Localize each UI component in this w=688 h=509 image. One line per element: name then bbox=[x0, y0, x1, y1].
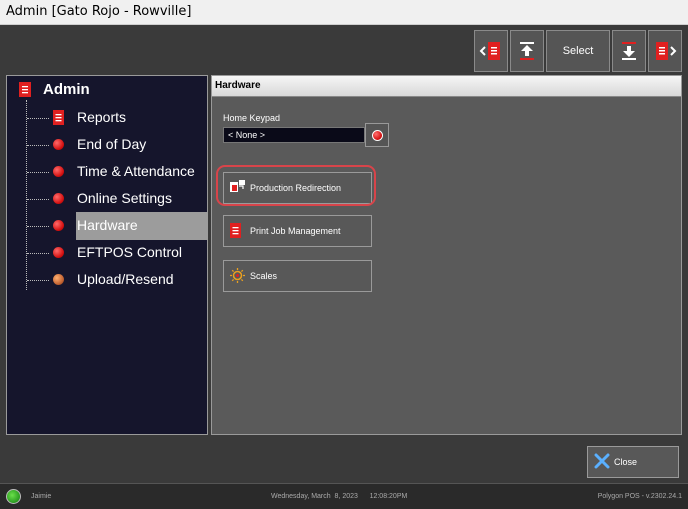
download-arrow-icon bbox=[622, 42, 636, 60]
prev-document-button[interactable] bbox=[474, 30, 508, 72]
orange-dot-icon bbox=[53, 274, 64, 285]
sidebar-item-online-settings[interactable]: Online Settings bbox=[27, 188, 207, 210]
select-button[interactable]: Select bbox=[546, 30, 610, 72]
left-document-icon bbox=[479, 42, 500, 60]
highlight-ring bbox=[216, 165, 376, 206]
panel-header: Hardware bbox=[212, 76, 681, 97]
status-version: Polygon POS - v.2302.24.1 bbox=[597, 493, 682, 500]
admin-sidebar: Admin Reports End of Day Time & Attendan… bbox=[6, 75, 208, 435]
sidebar-item-label: Online Settings bbox=[77, 190, 172, 206]
scales-button[interactable]: Scales bbox=[223, 260, 372, 292]
sidebar-item-hardware[interactable]: Hardware bbox=[27, 212, 208, 240]
sidebar-item-label: Hardware bbox=[77, 217, 138, 233]
home-keypad-picker-button[interactable] bbox=[365, 123, 389, 147]
sidebar-title: Admin bbox=[43, 81, 90, 98]
sidebar-item-reports[interactable]: Reports bbox=[27, 107, 207, 129]
title-bar: Admin [Gato Rojo - Rowville] bbox=[0, 0, 688, 25]
print-job-management-label: Print Job Management bbox=[250, 226, 341, 236]
toolbar: Select bbox=[474, 30, 682, 72]
sidebar-item-end-of-day[interactable]: End of Day bbox=[27, 134, 207, 156]
move-bottom-button[interactable] bbox=[612, 30, 646, 72]
sidebar-item-label: EFTPOS Control bbox=[77, 244, 183, 260]
red-dot-icon bbox=[53, 193, 64, 204]
scales-label: Scales bbox=[250, 271, 278, 281]
red-dot-icon bbox=[53, 139, 64, 150]
sidebar-item-label: Time & Attendance bbox=[77, 163, 195, 179]
sidebar-item-label: Reports bbox=[77, 109, 127, 125]
red-dot-icon bbox=[53, 220, 64, 231]
close-icon bbox=[594, 453, 610, 469]
right-document-icon bbox=[656, 42, 677, 60]
window-title: Admin [Gato Rojo - Rowville] bbox=[6, 4, 192, 19]
sidebar-item-label: End of Day bbox=[77, 136, 147, 152]
red-dot-icon bbox=[53, 166, 64, 177]
red-dot-icon bbox=[53, 247, 64, 258]
scales-icon bbox=[230, 268, 245, 283]
status-light-icon bbox=[6, 489, 21, 504]
print-job-management-button[interactable]: Print Job Management bbox=[223, 215, 372, 247]
red-dot-icon bbox=[371, 129, 383, 141]
home-keypad-field[interactable]: < None > bbox=[223, 127, 365, 143]
next-document-button[interactable] bbox=[648, 30, 682, 72]
sidebar-item-eftpos-control[interactable]: EFTPOS Control bbox=[27, 242, 207, 264]
panel-title: Hardware bbox=[215, 80, 261, 91]
status-bar: Jaimie Wednesday, March 8, 2023 12:08:20… bbox=[0, 483, 688, 509]
move-top-button[interactable] bbox=[510, 30, 544, 72]
close-button[interactable]: Close bbox=[587, 446, 679, 478]
sidebar-item-label: Upload/Resend bbox=[77, 271, 174, 287]
hardware-panel: Hardware Home Keypad < None > Production… bbox=[211, 75, 682, 435]
sidebar-item-upload-resend[interactable]: Upload/Resend bbox=[27, 269, 207, 291]
status-datetime: Wednesday, March 8, 2023 12:08:20PM bbox=[271, 493, 408, 500]
document-icon bbox=[53, 110, 64, 125]
home-keypad-label: Home Keypad bbox=[223, 113, 281, 123]
sidebar-item-time-attendance[interactable]: Time & Attendance bbox=[27, 161, 207, 183]
select-label: Select bbox=[562, 45, 594, 57]
admin-document-icon bbox=[19, 82, 31, 97]
close-label: Close bbox=[614, 457, 638, 467]
status-user: Jaimie bbox=[31, 493, 52, 500]
print-job-icon bbox=[230, 223, 241, 238]
upload-arrow-icon bbox=[520, 42, 534, 60]
